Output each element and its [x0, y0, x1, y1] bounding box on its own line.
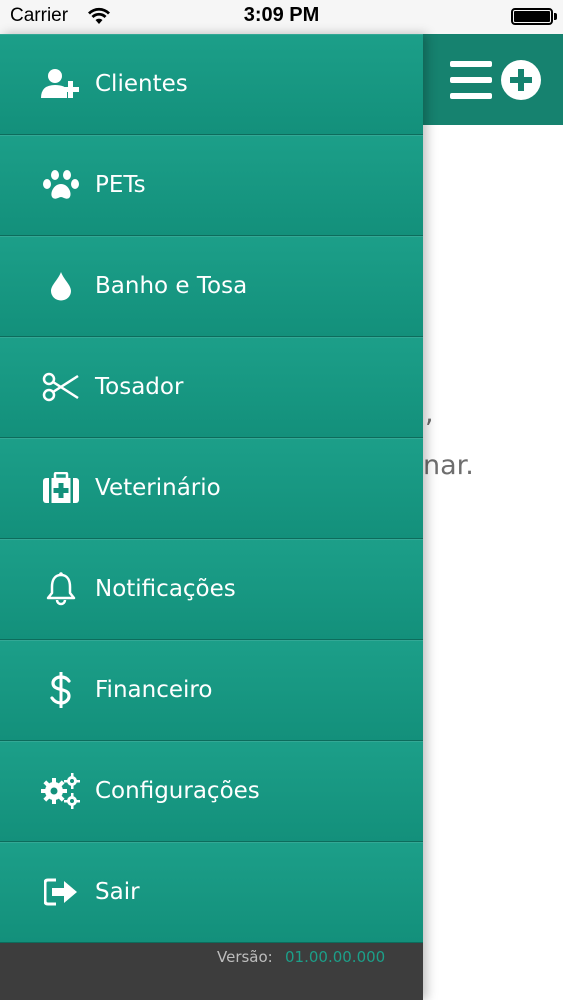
clock: 3:09 PM [243, 4, 320, 26]
menu-item-label: Banho e Tosa [95, 273, 248, 299]
menu-item-label: Clientes [95, 71, 188, 97]
dollar-icon [41, 672, 81, 708]
add-user-icon [41, 66, 81, 102]
version-label: Versão: [217, 948, 273, 966]
scissors-icon [41, 369, 81, 405]
menu-item-label: Tosador [95, 374, 184, 400]
menu-item-label: Notificações [95, 576, 236, 602]
bell-icon [41, 571, 81, 607]
menu-item-tosador[interactable]: Tosador [0, 337, 423, 438]
drawer-footer: Versão: 01.00.00.000 [0, 943, 423, 1000]
menu-item-pets[interactable]: PETs [0, 135, 423, 236]
menu-item-label: PETs [95, 172, 146, 198]
menu-item-notificacoes[interactable]: Notificações [0, 539, 423, 640]
menu-item-label: Veterinário [95, 475, 221, 501]
add-list-icon[interactable] [450, 58, 542, 102]
menu-item-veterinario[interactable]: Veterinário [0, 438, 423, 539]
battery-icon [511, 8, 557, 25]
main-text-line1: , [425, 398, 434, 429]
menu-item-label: Configurações [95, 778, 260, 804]
paw-icon [41, 167, 81, 203]
water-drop-icon [41, 268, 81, 304]
version-value: 01.00.00.000 [285, 948, 386, 966]
medical-kit-icon [41, 470, 81, 506]
menu-item-configuracoes[interactable]: Configurações [0, 741, 423, 842]
side-drawer: Clientes PETs Banho e Tosa Tosador Veter… [0, 34, 423, 1000]
menu-item-label: Financeiro [95, 677, 213, 703]
menu-item-clientes[interactable]: Clientes [0, 34, 423, 135]
status-bar: Carrier 3:09 PM [0, 0, 563, 34]
menu-item-label: Sair [95, 879, 140, 905]
gears-icon [41, 773, 81, 809]
menu-item-financeiro[interactable]: Financeiro [0, 640, 423, 741]
main-text-line2: nar. [423, 450, 474, 481]
menu-item-banho-e-tosa[interactable]: Banho e Tosa [0, 236, 423, 337]
sign-out-icon [41, 874, 81, 910]
menu-item-sair[interactable]: Sair [0, 842, 423, 943]
